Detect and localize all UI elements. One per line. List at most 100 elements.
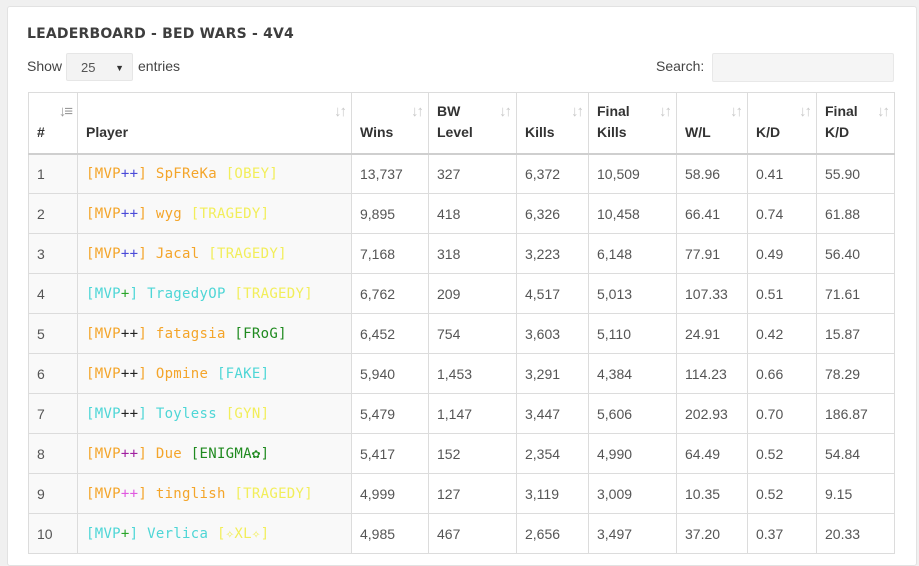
table-row[interactable]: 4 [MVP+] TragedyOP [TRAGEDY] 6,762 209 4,517… — [28, 273, 895, 314]
column-header-kd[interactable]: K/D ↓↑ — [747, 92, 817, 155]
wins-cell: 7,168 — [351, 233, 429, 274]
rank-cell: 1 — [28, 153, 78, 194]
player-name-segment: ] Jacal — [138, 245, 209, 262]
player-name-segment: [OBEY] — [225, 165, 279, 182]
player-name-segment: [GYN] — [225, 405, 270, 422]
column-header-bw-level[interactable]: BW Level ↓↑ — [428, 92, 517, 155]
column-header-label: Final K/D — [825, 102, 858, 140]
wl-cell: 114.23 — [676, 353, 748, 394]
player-cell[interactable]: [MVP++] SpFReKa [OBEY] — [77, 153, 352, 194]
column-header-label: BW Level — [437, 102, 473, 140]
final-kills-cell: 5,110 — [588, 313, 677, 354]
player-name-segment: ] wyg — [138, 205, 191, 222]
table-row[interactable]: 8 [MVP++] Due [ENIGMA✿] 5,417 152 2,354 4,990… — [28, 433, 895, 474]
player-cell[interactable]: [MVP++] fatagsia [FRoG] — [77, 313, 352, 354]
leaderboard-card: LEADERBOARD - BED WARS - 4V4 Show 25 ▼ e… — [7, 6, 917, 566]
final-kd-cell: 56.40 — [816, 233, 895, 274]
bw-level-cell: 754 — [428, 313, 517, 354]
player-name-segment: ] Opmine — [138, 365, 217, 382]
column-header-label: Player — [86, 123, 129, 140]
bw-level-cell: 327 — [428, 153, 517, 194]
wins-cell: 9,895 — [351, 193, 429, 234]
wins-cell: 6,452 — [351, 313, 429, 354]
player-name-segment: [TRAGEDY] — [234, 485, 313, 502]
player-name-segment: ] TragedyOP — [129, 285, 235, 302]
wl-cell: 64.49 — [676, 433, 748, 474]
page-title: LEADERBOARD - BED WARS - 4V4 — [27, 26, 294, 42]
kills-cell: 6,326 — [516, 193, 589, 234]
final-kills-cell: 5,606 — [588, 393, 677, 434]
player-name-segment: [MVP — [86, 405, 121, 422]
player-name-segment: ++ — [120, 365, 139, 382]
table-header-row: # ↓≡ Player ↓↑ Wins ↓↑ BW Level ↓↑ Kills ↓↑ Final Ki… — [28, 92, 895, 155]
player-name-segment: + — [120, 525, 130, 542]
kills-cell: 3,603 — [516, 313, 589, 354]
table-row[interactable]: 10 [MVP+] Verlica [✧XL✧] 4,985 467 2,656 3,49… — [28, 513, 895, 554]
bw-level-cell: 318 — [428, 233, 517, 274]
player-cell[interactable]: [MVP+] Verlica [✧XL✧] — [77, 513, 352, 554]
sort-both-icon: ↓↑ — [799, 103, 812, 120]
player-name-segment: + — [120, 285, 130, 302]
player-name-segment: ] fatagsia — [138, 325, 235, 342]
wl-cell: 77.91 — [676, 233, 748, 274]
kills-cell: 4,517 — [516, 273, 589, 314]
kd-cell: 0.49 — [747, 233, 817, 274]
wl-cell: 37.20 — [676, 513, 748, 554]
column-header-wins[interactable]: Wins ↓↑ — [351, 92, 429, 155]
sort-both-icon: ↓↑ — [411, 103, 424, 120]
table-row[interactable]: 6 [MVP++] Opmine [FAKE] 5,940 1,453 3,291 4,3… — [28, 353, 895, 394]
entries-per-page-select[interactable]: 25 ▼ — [66, 53, 133, 81]
player-cell[interactable]: [MVP++] tinglish [TRAGEDY] — [77, 473, 352, 514]
player-name-segment: ] Due — [138, 445, 191, 462]
wins-cell: 6,762 — [351, 273, 429, 314]
wins-cell: 13,737 — [351, 153, 429, 194]
player-cell[interactable]: [MVP+] TragedyOP [TRAGEDY] — [77, 273, 352, 314]
table-row[interactable]: 3 [MVP++] Jacal [TRAGEDY] 7,168 318 3,223 6,1… — [28, 233, 895, 274]
final-kd-cell: 78.29 — [816, 353, 895, 394]
bw-level-cell: 209 — [428, 273, 517, 314]
final-kills-cell: 10,458 — [588, 193, 677, 234]
player-name-segment: ] SpFReKa — [138, 165, 226, 182]
kills-cell: 3,447 — [516, 393, 589, 434]
final-kd-cell: 9.15 — [816, 473, 895, 514]
player-cell[interactable]: [MVP++] Due [ENIGMA✿] — [77, 433, 352, 474]
table-controls: Show 25 ▼ entries Search: — [27, 53, 894, 83]
rank-cell: 3 — [28, 233, 78, 274]
column-header-label: Final Kills — [597, 102, 630, 140]
column-header-kills[interactable]: Kills ↓↑ — [516, 92, 589, 155]
table-row[interactable]: 2 [MVP++] wyg [TRAGEDY] 9,895 418 6,326 10,45… — [28, 193, 895, 234]
player-name-segment: ++ — [120, 165, 139, 182]
player-name-segment: [MVP — [86, 245, 121, 262]
table-row[interactable]: 9 [MVP++] tinglish [TRAGEDY] 4,999 127 3,119… — [28, 473, 895, 514]
table-row[interactable]: 5 [MVP++] fatagsia [FRoG] 6,452 754 3,603 5,1… — [28, 313, 895, 354]
column-header-label: W/L — [685, 123, 711, 140]
column-header-player[interactable]: Player ↓↑ — [77, 92, 352, 155]
final-kills-cell: 3,497 — [588, 513, 677, 554]
final-kills-cell: 5,013 — [588, 273, 677, 314]
search-input[interactable] — [712, 53, 894, 82]
wl-cell: 66.41 — [676, 193, 748, 234]
final-kills-cell: 6,148 — [588, 233, 677, 274]
column-header-rank[interactable]: # ↓≡ — [28, 92, 78, 155]
table-row[interactable]: 7 [MVP++] Toyless [GYN] 5,479 1,147 3,447 5,6… — [28, 393, 895, 434]
table-row[interactable]: 1 [MVP++] SpFReKa [OBEY] 13,737 327 6,372 10,… — [28, 153, 895, 194]
entries-select-value: 25 — [81, 60, 96, 75]
player-name-segment: ++ — [120, 325, 139, 342]
kd-cell: 0.51 — [747, 273, 817, 314]
column-header-wl[interactable]: W/L ↓↑ — [676, 92, 748, 155]
final-kills-cell: 3,009 — [588, 473, 677, 514]
column-header-final-kd[interactable]: Final K/D ↓↑ — [816, 92, 895, 155]
wins-cell: 5,417 — [351, 433, 429, 474]
wins-cell: 4,985 — [351, 513, 429, 554]
player-name-segment: [MVP — [86, 525, 121, 542]
player-cell[interactable]: [MVP++] Opmine [FAKE] — [77, 353, 352, 394]
wl-cell: 24.91 — [676, 313, 748, 354]
sort-both-icon: ↓↑ — [499, 103, 512, 120]
player-cell[interactable]: [MVP++] Jacal [TRAGEDY] — [77, 233, 352, 274]
player-name-segment: ++ — [120, 205, 139, 222]
player-cell[interactable]: [MVP++] Toyless [GYN] — [77, 393, 352, 434]
column-header-final-kills[interactable]: Final Kills ↓↑ — [588, 92, 677, 155]
player-cell[interactable]: [MVP++] wyg [TRAGEDY] — [77, 193, 352, 234]
bw-level-cell: 1,147 — [428, 393, 517, 434]
final-kills-cell: 4,990 — [588, 433, 677, 474]
